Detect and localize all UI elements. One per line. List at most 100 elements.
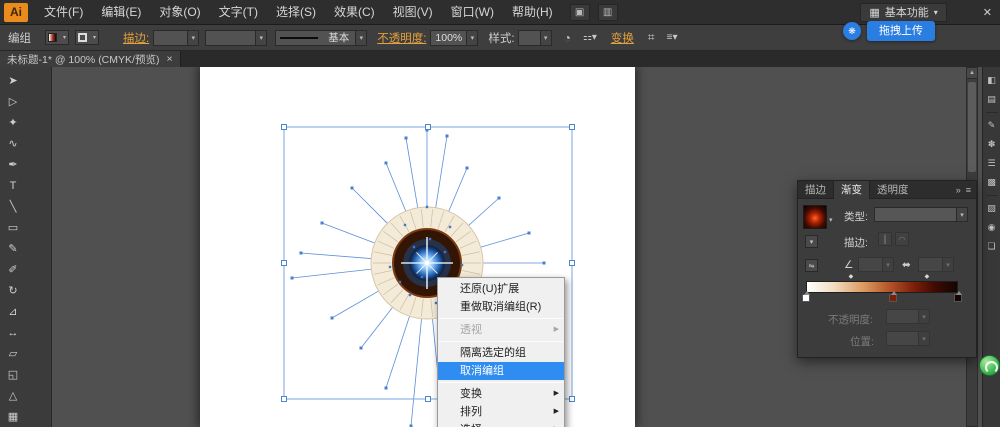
menu-item-6[interactable]: 效果(C) [325,0,384,25]
transform-link[interactable]: 变换 [611,30,634,46]
mesh-tool[interactable]: ▦ [0,406,26,427]
menu-item-7[interactable]: 视图(V) [384,0,442,25]
context-menu-item[interactable]: 排列 ▶ [438,403,564,421]
gradient-stop-handle[interactable] [802,291,810,302]
opacity-combo[interactable]: 100% ▾ [430,29,479,46]
artboard[interactable] [200,67,635,427]
recolor-artwork-icon[interactable]: ◔ [564,31,571,45]
transparency-panel-icon[interactable]: ▨ [984,201,999,216]
opacity-link[interactable]: 不透明度: [377,30,426,46]
scale-tool[interactable]: ⊿ [0,301,26,322]
window-close-button[interactable]: ✕ [983,6,992,19]
stroke-panel-icon[interactable]: ☰ [984,156,999,171]
line-tool[interactable]: ╲ [0,196,26,217]
context-menu-item[interactable]: 隔离选定的组 [438,344,564,362]
screen-layout-icon[interactable]: ▥ [597,3,618,21]
free-transform-tool[interactable]: ▱ [0,343,26,364]
brush-definition-combo[interactable]: 基本 ▾ [275,29,368,46]
gradient-stop-handle[interactable] [954,291,962,302]
dropdown-caret-icon[interactable]: ▾ [466,30,478,45]
gradient-midpoint-icon[interactable]: ◆ [849,273,854,280]
tab-gradient[interactable]: 渐变 [833,180,870,199]
paintbrush-tool[interactable]: ✎ [0,238,26,259]
upload-button[interactable]: 拖拽上传 [867,21,935,41]
menu-item-8[interactable]: 窗口(W) [442,0,503,25]
direct-selection-tool[interactable]: ▷ [0,91,26,112]
floating-assistant-ball-icon[interactable] [979,355,1000,376]
context-menu-item[interactable]: 选择▶ [438,421,564,427]
rectangle-tool[interactable]: ▭ [0,217,26,238]
menu-item-5[interactable]: 选择(S) [267,0,325,25]
width-profile-combo[interactable]: ▾ [205,29,268,46]
swatches-panel-icon[interactable]: ▤ [984,92,999,107]
menu-item-label: 变换 [460,388,482,400]
menu-item-1[interactable]: 文件(F) [35,0,92,25]
document-tab[interactable]: 未标题-1* @ 100% (CMYK/预览) × [0,51,181,67]
symbols-panel-icon[interactable]: ✽ [984,137,999,152]
panel-menu-icon[interactable]: ≡ [966,185,971,195]
lasso-tool[interactable]: ∿ [0,133,26,154]
style-combo[interactable]: ▾ [517,29,552,46]
arrange-documents-icon[interactable]: ▣ [569,3,590,21]
context-menu-item[interactable]: 还原(U)扩展 [438,280,564,298]
layers-panel-icon[interactable]: ❏ [984,239,999,254]
dropdown-caret-icon[interactable]: ▾ [255,30,267,45]
dropdown-caret-icon: ▾ [882,258,893,271]
gradient-midpoint-icon[interactable]: ◆ [925,273,930,280]
caret-down-icon[interactable]: ▾ [829,216,833,224]
gradient-slider-bar[interactable] [806,281,958,293]
align-icon[interactable]: ⚏▾ [583,32,597,43]
dropdown-caret-icon[interactable]: ▾ [539,30,551,45]
caret-down-icon: ▾ [933,7,938,17]
submenu-arrow-icon: ▶ [553,408,559,415]
context-menu-item[interactable]: 取消编组 [438,362,564,380]
pencil-tool[interactable]: ✐ [0,259,26,280]
stroke-color-chip[interactable]: ▾ [75,30,99,45]
share-icon[interactable]: ❋ [843,22,861,40]
tab-close-icon[interactable]: × [166,53,172,65]
menu-item-9[interactable]: 帮助(H) [503,0,562,25]
shape-builder-tool[interactable]: ◱ [0,364,26,385]
tab-transparency[interactable]: 透明度 [870,181,916,199]
color-panel-icon[interactable]: ◧ [984,73,999,88]
type-tool[interactable]: T [0,175,26,196]
panel-options-icon[interactable]: ≡▾ [667,32,678,43]
width-tool[interactable]: ↔ [0,322,26,343]
menu-item-2[interactable]: 编辑(E) [92,0,150,25]
magic-wand-tool[interactable]: ✦ [0,112,26,133]
gradient-fill-chip[interactable]: ▾ [805,235,818,248]
reverse-gradient-icon[interactable]: ⇋ [805,259,818,272]
brushes-panel-icon[interactable]: ✎ [984,118,999,133]
appearance-panel-icon[interactable]: ◉ [984,220,999,235]
scroll-up-icon[interactable]: ▲ [967,68,977,79]
stop-location-combo: ▾ [886,331,930,346]
context-menu-item[interactable]: 重做取消编组(R) [438,298,564,316]
pen-tool[interactable]: ✒ [0,154,26,175]
dropdown-caret-icon[interactable]: ▾ [956,208,967,221]
gradient-swatch-thumbnail[interactable] [803,205,827,229]
context-menu-item[interactable]: 变换 ▶ [438,385,564,403]
dock-separator [985,112,998,113]
gradient-panel-icon[interactable]: ▩ [984,175,999,190]
brush-name: 基本 [328,32,350,44]
selected-artwork[interactable] [200,67,635,427]
fill-color-chip[interactable]: ▾ [45,30,69,45]
stroke-weight-combo[interactable]: ▾ [153,29,200,46]
isolate-selected-icon[interactable]: ⌗ [648,30,655,45]
rotate-tool[interactable]: ↻ [0,280,26,301]
scrollbar-thumb[interactable] [968,82,976,172]
dropdown-caret-icon[interactable]: ▾ [355,30,367,45]
gradient-type-combo[interactable]: ▾ [874,207,968,222]
menu-item-4[interactable]: 文字(T) [210,0,267,25]
context-menu: 还原(U)扩展重做取消编组(R)透视▶隔离选定的组取消编组变换▶排列▶选择▶ [437,277,565,427]
gradient-stop-handle[interactable] [888,291,897,302]
tab-stroke[interactable]: 描边 [798,181,833,199]
stroke-link[interactable]: 描边: [123,30,149,46]
selection-tool[interactable]: ➤ [0,70,26,91]
fill-swatch-icon [48,33,57,42]
menu-item-3[interactable]: 对象(O) [150,0,209,25]
dropdown-caret-icon[interactable]: ▾ [187,30,199,45]
perspective-grid-tool[interactable]: △ [0,385,26,406]
collapse-panel-icon[interactable]: » [956,185,961,195]
workspace-switcher[interactable]: ▦ 基本功能 ▾ [860,2,947,22]
